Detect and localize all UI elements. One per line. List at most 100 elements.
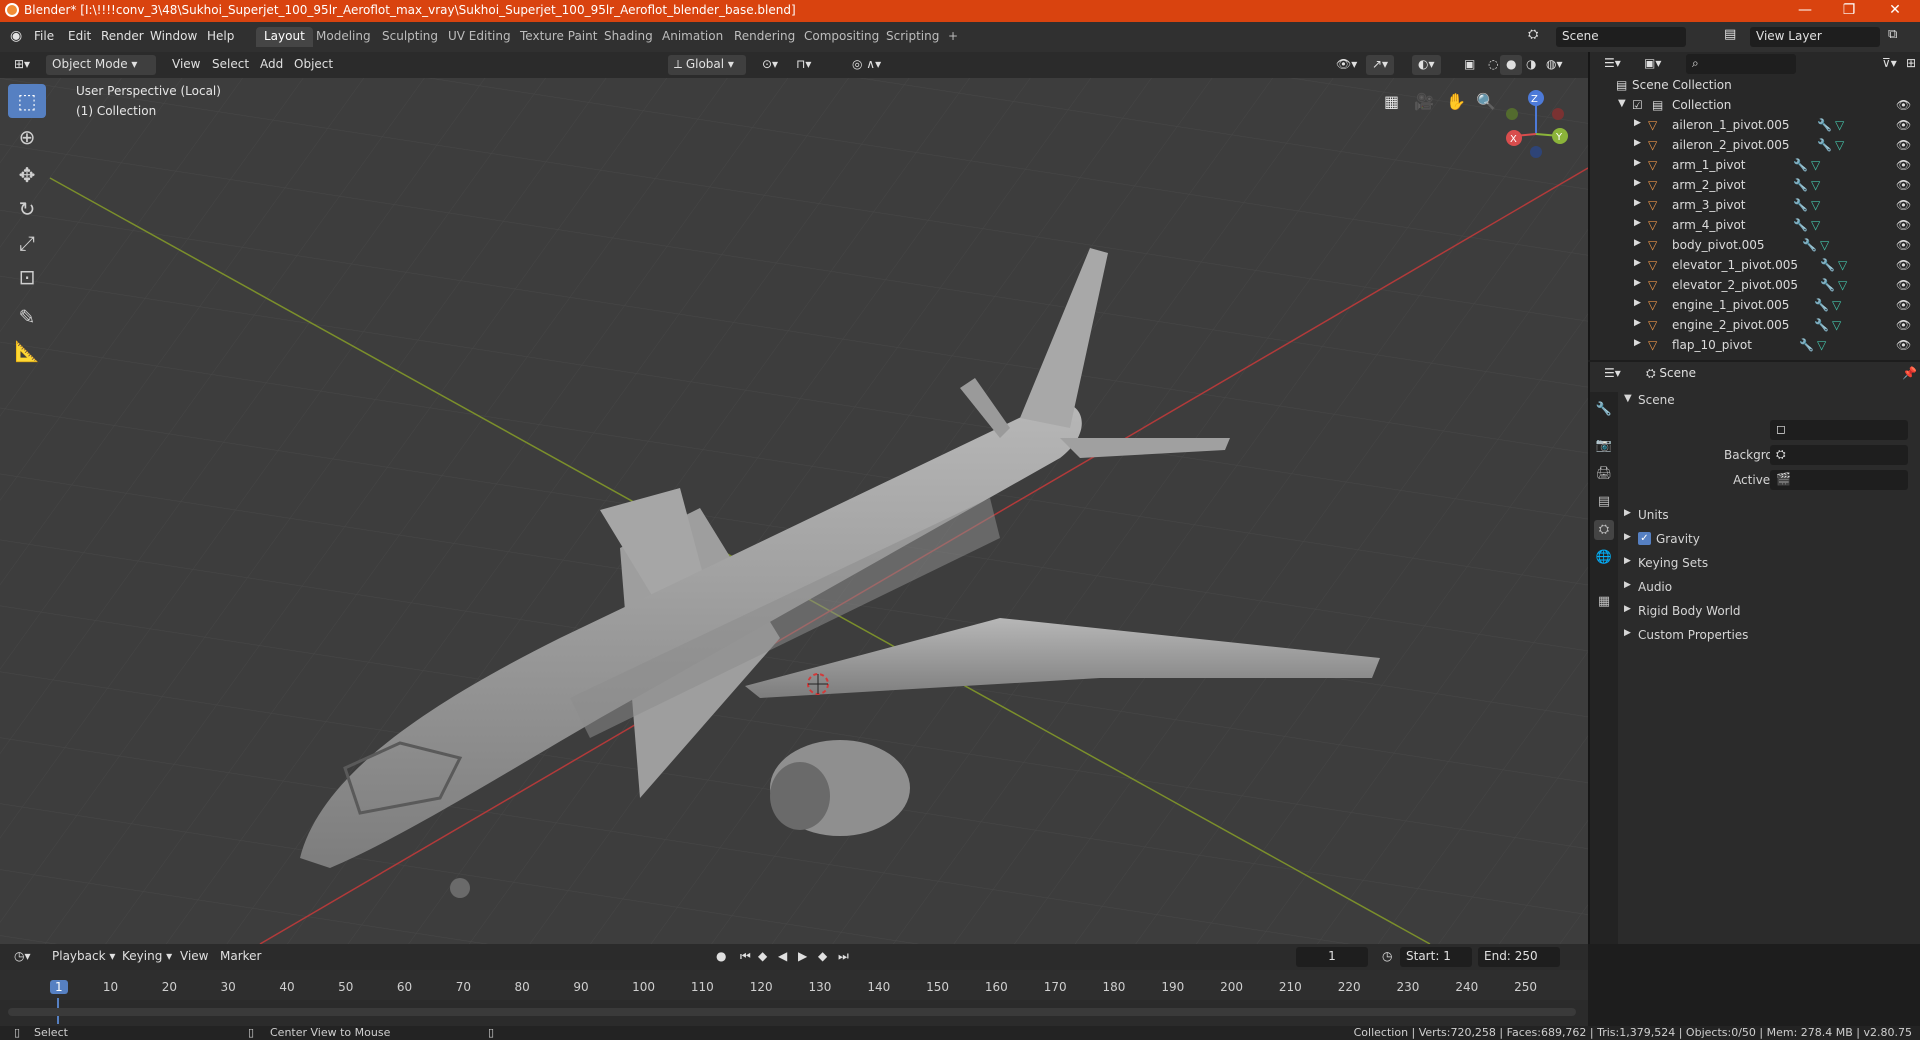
collapse-arrow-icon[interactable]: ▶ <box>1624 580 1631 590</box>
camera-view-icon[interactable]: 🎥 <box>1414 92 1434 111</box>
expand-arrow-icon[interactable]: ▶ <box>1634 278 1641 288</box>
outliner-item[interactable]: ▶ ▽ engine_2_pivot.005 🔧 ▽ 👁 <box>1590 318 1920 338</box>
scene-name-field[interactable]: Scene <box>1556 27 1686 47</box>
timeline-menu-marker[interactable]: Marker <box>214 947 267 967</box>
eye-icon[interactable]: 👁 <box>1896 298 1911 312</box>
world-tab-icon[interactable]: 🌐 <box>1594 548 1614 568</box>
timeline-menu-playback[interactable]: Playback ▾ <box>46 947 121 967</box>
expand-arrow-icon[interactable]: ▶ <box>1634 138 1641 148</box>
menu-file[interactable]: File <box>34 29 54 43</box>
outliner-search-input[interactable]: ⌕ <box>1686 54 1796 74</box>
scale-tool-icon[interactable]: ⤢ <box>8 226 46 260</box>
display-mode-icon[interactable]: ▣▾ <box>1638 54 1667 74</box>
gizmo-toggle-icon[interactable]: ↗▾ <box>1366 55 1395 75</box>
preview-range-icon[interactable]: ◷ <box>1376 947 1398 967</box>
collapse-arrow-icon[interactable]: ▶ <box>1624 604 1631 614</box>
tab-compositing[interactable]: Compositing <box>796 27 887 47</box>
play-reverse-icon[interactable]: ◀ <box>772 947 793 967</box>
tab-animation[interactable]: Animation <box>654 27 731 47</box>
eye-icon[interactable]: 👁 <box>1896 118 1911 132</box>
timeline-editor-icon[interactable]: ◷▾ <box>8 947 37 967</box>
eye-icon[interactable]: 👁 <box>1896 158 1911 172</box>
outliner-scene-collection[interactable]: ▤ Scene Collection <box>1590 78 1920 98</box>
pin-icon[interactable]: 📌 <box>1896 364 1920 384</box>
collapse-arrow-icon[interactable]: ▶ <box>1624 628 1631 638</box>
outliner-editor-icon[interactable]: ☰▾ <box>1598 54 1627 74</box>
xray-toggle-icon[interactable]: ▣ <box>1458 55 1481 75</box>
expand-arrow-icon[interactable]: ▶ <box>1634 238 1641 248</box>
tab-scripting[interactable]: Scripting <box>878 27 947 47</box>
render-tab-icon[interactable]: 📷 <box>1594 436 1614 456</box>
eye-icon[interactable]: 👁 <box>1896 318 1911 332</box>
editor-type-icon[interactable]: ⊞▾ <box>8 55 36 75</box>
tab-layout[interactable]: Layout <box>256 27 313 47</box>
eye-icon[interactable]: 👁 <box>1896 198 1911 212</box>
new-viewlayer-icon[interactable]: ⧉ <box>1888 27 1897 42</box>
zoom-view-icon[interactable]: 🔍 <box>1476 92 1496 111</box>
outliner-item[interactable]: ▶ ▽ arm_2_pivot 🔧 ▽ 👁 <box>1590 178 1920 198</box>
menu-edit[interactable]: Edit <box>68 29 91 43</box>
scene-panel-title[interactable]: Scene <box>1638 393 1675 407</box>
outliner-item[interactable]: ▶ ▽ arm_3_pivot 🔧 ▽ 👁 <box>1590 198 1920 218</box>
properties-editor-icon[interactable]: ☰▾ <box>1598 364 1627 384</box>
timeline-ruler[interactable]: 1 10 20 30 40 50 60 70 80 90 100 110 120 130 140 150 160… <box>0 970 1588 1024</box>
menu-render[interactable]: Render <box>101 29 144 43</box>
toggle-camera-grid-icon[interactable]: ▦ <box>1384 92 1399 111</box>
play-icon[interactable]: ▶ <box>792 947 813 967</box>
expand-arrow-icon[interactable]: ▶ <box>1634 298 1641 308</box>
eye-icon[interactable]: 👁 <box>1896 98 1911 112</box>
expand-arrow-icon[interactable]: ▶ <box>1634 118 1641 128</box>
annotate-tool-icon[interactable]: ✎ <box>8 300 46 334</box>
scene-selector-icon[interactable]: ⛭ <box>1528 27 1538 42</box>
visibility-icon[interactable]: 👁▾ <box>1330 55 1363 75</box>
tab-rendering[interactable]: Rendering <box>726 27 803 47</box>
proportional-edit-icon[interactable]: ◎ ∧▾ <box>846 55 887 75</box>
mode-dropdown[interactable]: Object Mode ▾ <box>46 55 156 75</box>
collapse-arrow-icon[interactable]: ▶ <box>1624 556 1631 566</box>
texture-tab-icon[interactable]: ▦ <box>1594 592 1614 612</box>
viewlayer-icon[interactable]: ▤ <box>1724 27 1736 42</box>
viewlayer-tab-icon[interactable]: ▤ <box>1594 492 1614 512</box>
select-box-tool-icon[interactable]: ⬚ <box>8 84 46 118</box>
new-collection-icon[interactable]: ⊞ <box>1900 54 1920 74</box>
filter-icon[interactable]: ⊽▾ <box>1876 54 1903 74</box>
blender-menu-icon[interactable]: ◉ <box>10 28 22 44</box>
snap-icon[interactable]: ⊓▾ <box>790 55 817 75</box>
tab-modeling[interactable]: Modeling <box>308 27 379 47</box>
outliner-item[interactable]: ▶ ▽ engine_1_pivot.005 🔧 ▽ 👁 <box>1590 298 1920 318</box>
menu-help[interactable]: Help <box>207 29 234 43</box>
collapse-arrow-icon[interactable]: ▶ <box>1624 532 1631 542</box>
overlay-toggle-icon[interactable]: ◐▾ <box>1412 55 1441 75</box>
outliner-item[interactable]: ▶ ▽ aileron_2_pivot.005 🔧 ▽ 👁 <box>1590 138 1920 158</box>
tab-sculpting[interactable]: Sculpting <box>374 27 446 47</box>
pivot-point-icon[interactable]: ⊙▾ <box>756 55 784 75</box>
output-tab-icon[interactable]: 🖨 <box>1594 464 1614 484</box>
movie-clip-field[interactable]: 🎬 <box>1770 470 1908 490</box>
outliner-item[interactable]: ▶ ▽ arm_1_pivot 🔧 ▽ 👁 <box>1590 158 1920 178</box>
expand-arrow-icon[interactable]: ▶ <box>1634 218 1641 228</box>
outliner-item[interactable]: ▶ ▽ elevator_2_pivot.005 🔧 ▽ 👁 <box>1590 278 1920 298</box>
end-frame-field[interactable]: End: 250 <box>1478 947 1560 967</box>
start-frame-field[interactable]: Start: 1 <box>1400 947 1472 967</box>
gravity-checkbox[interactable]: ✓ <box>1638 532 1651 545</box>
cursor-tool-icon[interactable]: ⊕ <box>8 120 46 154</box>
tool-tab-icon[interactable]: 🔧 <box>1594 400 1614 420</box>
next-keyframe-icon[interactable]: ◆ <box>812 947 833 967</box>
outliner-item[interactable]: ▶ ▽ body_pivot.005 🔧 ▽ 👁 <box>1590 238 1920 258</box>
background-scene-field[interactable]: ⛭ <box>1770 445 1908 465</box>
minimize-button[interactable]: — <box>1782 0 1828 22</box>
close-button[interactable]: ✕ <box>1872 0 1918 22</box>
outliner-collection-row[interactable]: ▼ ☑ ▤ Collection 👁 <box>1590 98 1920 118</box>
expand-arrow-icon[interactable]: ▶ <box>1634 198 1641 208</box>
maximize-button[interactable]: ❐ <box>1826 0 1872 22</box>
tab-uv-editing[interactable]: UV Editing <box>440 27 519 47</box>
outliner-item[interactable]: ▶ ▽ aileron_1_pivot.005 🔧 ▽ 👁 <box>1590 118 1920 138</box>
eye-icon[interactable]: 👁 <box>1896 138 1911 152</box>
eye-icon[interactable]: 👁 <box>1896 218 1911 232</box>
timeline-scrollbar[interactable] <box>8 1008 1576 1016</box>
expand-arrow-icon[interactable]: ▶ <box>1634 178 1641 188</box>
menu-window[interactable]: Window <box>150 29 197 43</box>
camera-field[interactable]: ◻ <box>1770 420 1908 440</box>
eye-icon[interactable]: 👁 <box>1896 338 1911 352</box>
move-tool-icon[interactable]: ✥ <box>8 158 46 192</box>
